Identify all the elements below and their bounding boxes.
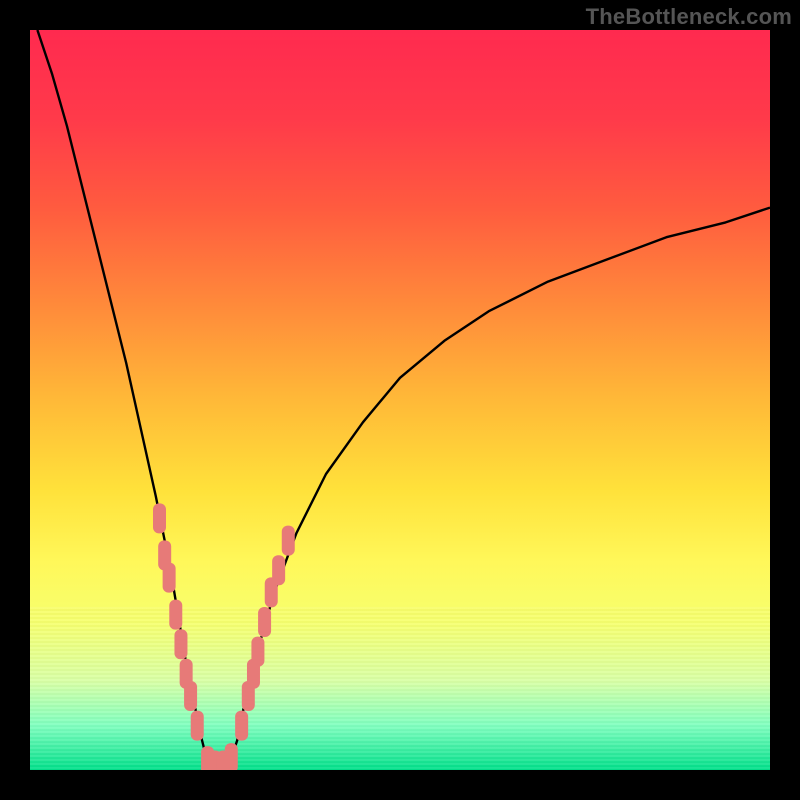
marker-point <box>180 659 193 689</box>
marker-point <box>272 555 285 585</box>
marker-point <box>158 540 171 570</box>
chart-frame: TheBottleneck.com <box>0 0 800 800</box>
marker-point <box>191 711 204 741</box>
curve-layer <box>30 30 770 770</box>
marker-point <box>217 751 230 770</box>
marker-layer <box>153 503 295 770</box>
marker-point <box>282 526 295 556</box>
marker-point <box>153 503 166 533</box>
marker-point <box>184 681 197 711</box>
marker-point <box>163 563 176 593</box>
marker-point <box>209 751 222 770</box>
marker-point <box>169 600 182 630</box>
watermark-text: TheBottleneck.com <box>586 4 792 30</box>
bottleneck-curve <box>37 30 770 770</box>
marker-point <box>174 629 187 659</box>
marker-point <box>201 746 214 770</box>
marker-point <box>235 711 248 741</box>
marker-point <box>225 743 238 770</box>
marker-point <box>258 607 271 637</box>
marker-point <box>251 637 264 667</box>
marker-point <box>265 577 278 607</box>
marker-point <box>242 681 255 711</box>
marker-point <box>247 659 260 689</box>
plot-area <box>30 30 770 770</box>
gradient-banding <box>30 607 770 770</box>
